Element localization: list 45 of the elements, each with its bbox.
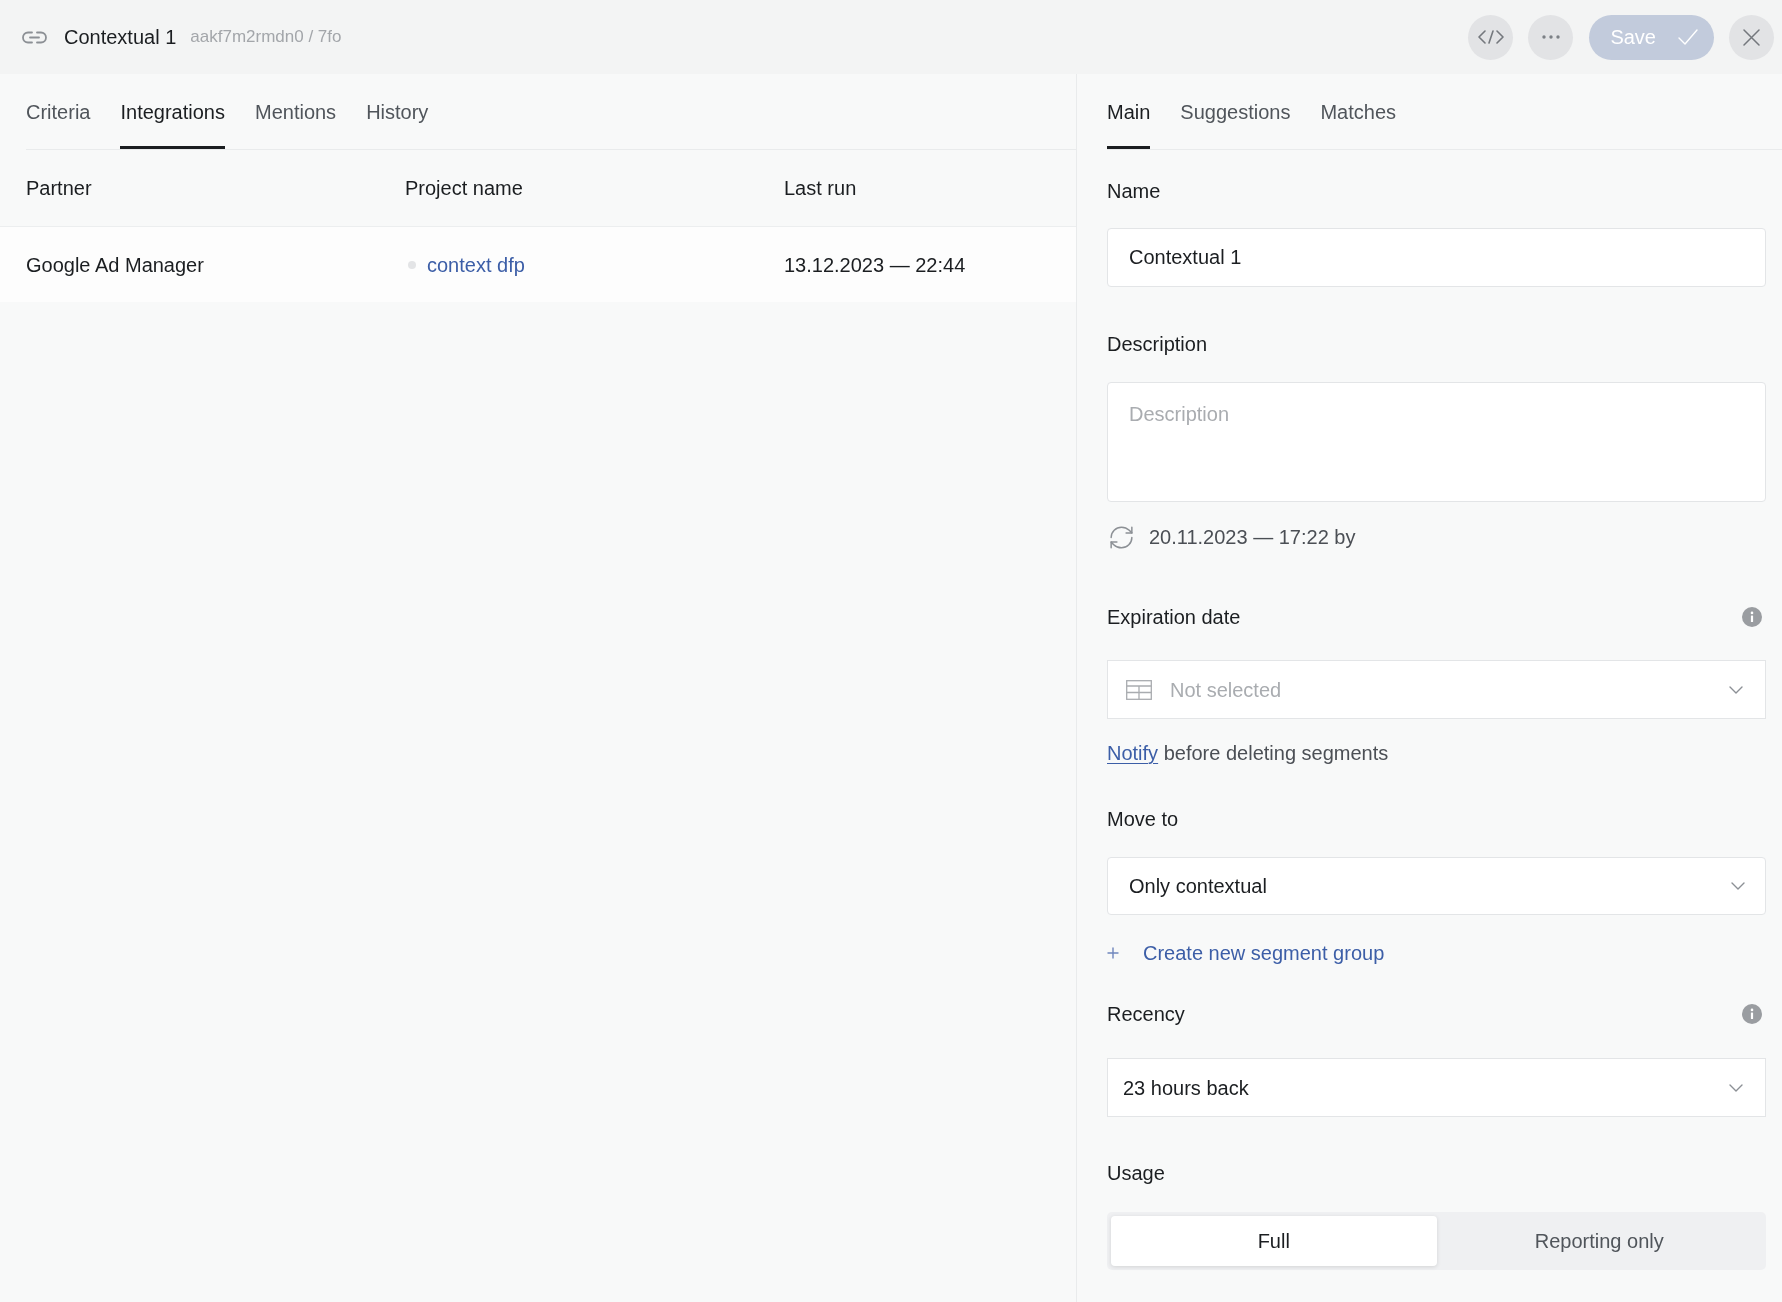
page-title: Contextual 1 bbox=[64, 25, 177, 50]
usage-option[interactable]: Reporting only bbox=[1436, 1216, 1762, 1266]
tab[interactable]: Criteria bbox=[26, 74, 91, 149]
field-label: Name bbox=[1107, 179, 1161, 203]
close-icon bbox=[1743, 28, 1760, 46]
field-label: Expiration date bbox=[1107, 605, 1241, 629]
info-icon[interactable] bbox=[1742, 607, 1762, 627]
chevron-down-icon bbox=[1729, 685, 1743, 694]
table-cell: Google Ad Manager bbox=[26, 253, 204, 276]
field-label: Move to bbox=[1107, 807, 1179, 831]
chevron-down-icon bbox=[1731, 882, 1745, 890]
field-label: Recency bbox=[1107, 1002, 1185, 1026]
field-label: Description bbox=[1107, 332, 1208, 356]
usage-option[interactable]: Full bbox=[1111, 1216, 1437, 1266]
tab[interactable]: Matches bbox=[1320, 74, 1397, 149]
plus-icon bbox=[1107, 947, 1119, 959]
recency-select[interactable]: 23 hours back bbox=[1107, 1058, 1766, 1117]
notify-note: Notify before deleting segments bbox=[1107, 741, 1389, 765]
tab[interactable]: Main bbox=[1107, 74, 1151, 149]
refresh-icon bbox=[1110, 525, 1133, 549]
tab[interactable]: Integrations bbox=[120, 74, 225, 149]
column-header: Last run bbox=[784, 177, 857, 199]
field-label: Usage bbox=[1107, 1161, 1165, 1185]
info-icon[interactable] bbox=[1742, 1004, 1762, 1024]
notify-link[interactable]: Notify bbox=[1107, 742, 1159, 764]
table-cell: 13.12.2023 — 22:44 bbox=[784, 253, 966, 276]
column-header: Project name bbox=[405, 177, 523, 199]
tab[interactable]: Mentions bbox=[254, 74, 337, 149]
chevron-down-icon bbox=[1729, 1083, 1743, 1092]
move-to-select[interactable]: Only contextual bbox=[1107, 857, 1766, 915]
link-icon bbox=[22, 30, 47, 44]
more-icon bbox=[1541, 35, 1560, 39]
close-button[interactable] bbox=[1729, 14, 1774, 60]
tab[interactable]: Suggestions bbox=[1180, 74, 1291, 149]
updated-text: 20.11.2023 — 17:22 by bbox=[1149, 525, 1356, 550]
page-subtitle: aakf7m2rmdn0 / 7fo bbox=[190, 26, 342, 49]
project-link[interactable]: context dfp bbox=[427, 249, 525, 280]
column-header: Partner bbox=[26, 177, 92, 199]
description-input[interactable]: Description bbox=[1107, 382, 1766, 502]
create-group-link[interactable]: Create new segment group bbox=[1107, 941, 1385, 965]
check-icon bbox=[1678, 29, 1698, 45]
name-input[interactable]: Contextual 1 bbox=[1107, 228, 1766, 287]
table-grid-icon bbox=[1126, 679, 1152, 700]
tab[interactable]: History bbox=[366, 74, 429, 149]
code-icon bbox=[1477, 30, 1504, 44]
